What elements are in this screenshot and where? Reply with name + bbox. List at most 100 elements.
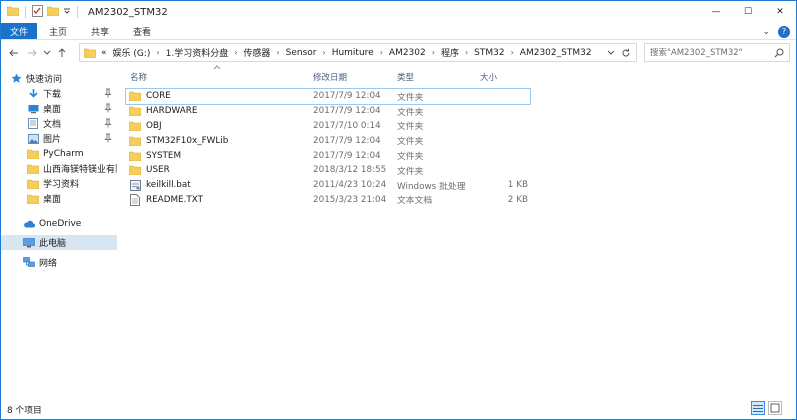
- sidebar-item-quick-access[interactable]: 快速访问: [1, 71, 117, 86]
- sidebar-item-label: 山西海镁特镁业有限: [43, 165, 117, 175]
- column-header-name[interactable]: 名称: [130, 70, 147, 84]
- chevron-right-icon[interactable]: ›: [234, 48, 237, 57]
- search-box[interactable]: [644, 43, 790, 62]
- refresh-icon: [622, 48, 630, 56]
- maximize-button[interactable]: ☐: [732, 1, 764, 23]
- file-row-obj[interactable]: OBJ 2017/7/10 0:14 文件夹: [126, 119, 530, 134]
- sidebar-item-label: 桌面: [43, 195, 62, 205]
- details-view-icon: [753, 404, 763, 412]
- download-icon: [27, 88, 39, 100]
- toolbar-divider: [77, 6, 78, 18]
- file-size: 2 KB: [507, 194, 528, 205]
- breadcrumb-item[interactable]: AM2302: [389, 48, 426, 58]
- address-bar[interactable]: « 娱乐 (G:) › 1.学习资料分盘 › 传感器 › Sensor › Humitu…: [79, 43, 637, 62]
- folder-icon: [129, 106, 141, 117]
- folder-icon: [27, 163, 39, 175]
- search-icon[interactable]: [774, 48, 784, 61]
- file-date: 2017/7/9 12:04: [313, 135, 381, 146]
- column-header-label: 大小: [480, 73, 498, 83]
- file-row-readme[interactable]: README.TXT 2015/3/23 21:04 文本文档 2 KB: [126, 193, 530, 208]
- pin-icon[interactable]: [104, 133, 112, 146]
- toolbar-divider: [25, 6, 26, 18]
- sidebar-item-downloads[interactable]: 下载: [1, 86, 117, 101]
- sidebar-item-documents[interactable]: 文档: [1, 116, 117, 131]
- sidebar-item-network[interactable]: 网络: [1, 255, 117, 270]
- file-row-system[interactable]: SYSTEM 2017/7/9 12:04 文件夹: [126, 148, 530, 163]
- column-header-label: 名称: [130, 73, 148, 83]
- forward-button[interactable]: [23, 43, 41, 63]
- file-name: HARDWARE: [146, 106, 198, 117]
- chevron-right-icon[interactable]: ›: [156, 48, 159, 57]
- sidebar-item-onedrive[interactable]: OneDrive: [1, 216, 117, 231]
- sidebar-item-desktop[interactable]: 桌面: [1, 101, 117, 116]
- file-name: CORE: [146, 91, 171, 102]
- sidebar-item-pictures[interactable]: 图片: [1, 131, 117, 146]
- chevron-right-icon[interactable]: ›: [465, 48, 468, 57]
- tab-home[interactable]: 主页: [37, 23, 79, 39]
- breadcrumb-item[interactable]: 娱乐 (G:): [113, 46, 151, 59]
- back-button[interactable]: [5, 43, 23, 63]
- chevron-right-icon[interactable]: ›: [380, 48, 383, 57]
- breadcrumb-overflow[interactable]: «: [101, 48, 107, 58]
- documents-icon: [27, 118, 39, 130]
- breadcrumb-item[interactable]: STM32: [474, 48, 504, 58]
- breadcrumb-item[interactable]: Humiture: [332, 48, 374, 58]
- file-name: README.TXT: [146, 194, 204, 205]
- file-row-keilkill[interactable]: keilkill.bat 2011/4/23 10:24 Windows 批处理…: [126, 178, 530, 193]
- pin-icon[interactable]: [104, 103, 112, 116]
- breadcrumb-current[interactable]: AM2302_STM32: [520, 48, 592, 58]
- chevron-right-icon[interactable]: ›: [432, 48, 435, 57]
- properties-icon[interactable]: [32, 4, 43, 20]
- file-row-hardware[interactable]: HARDWARE 2017/7/9 12:04 文件夹: [126, 104, 530, 119]
- desktop-icon: [27, 103, 39, 115]
- large-icons-view-button[interactable]: [768, 401, 782, 415]
- help-icon[interactable]: ?: [778, 25, 790, 38]
- file-size: 1 KB: [507, 180, 528, 191]
- column-header-type[interactable]: 类型: [397, 70, 414, 84]
- navigation-pane: 快速访问 下载 桌面 文档 图片 PyCharm 山西海镁特镁业有限 学习资料 …: [1, 71, 117, 399]
- file-row-stm32-fwlib[interactable]: STM32F10x_FWLib 2017/7/9 12:04 文件夹: [126, 133, 530, 148]
- column-header-date[interactable]: 修改日期: [313, 70, 347, 84]
- chevron-right-icon[interactable]: ›: [276, 48, 279, 57]
- breadcrumb-item[interactable]: 传感器: [243, 46, 270, 59]
- breadcrumb-item[interactable]: 1.学习资料分盘: [166, 46, 229, 59]
- column-header-size[interactable]: 大小: [480, 70, 497, 84]
- customize-toolbar-icon[interactable]: [63, 7, 71, 18]
- explorer-window: AM2302_STM32 — ☐ ✕ 文件 主页 共享 查看 ⌄ ? « 娱乐 …: [0, 0, 797, 420]
- sidebar-item-label: 网络: [39, 259, 58, 269]
- refresh-button[interactable]: [619, 48, 633, 58]
- new-folder-icon[interactable]: [46, 6, 60, 19]
- expand-ribbon-icon[interactable]: ⌄: [762, 27, 770, 37]
- sidebar-item-company-folder[interactable]: 山西海镁特镁业有限: [1, 161, 117, 176]
- recent-locations-button[interactable]: [41, 43, 53, 63]
- chevron-right-icon[interactable]: ›: [322, 48, 325, 57]
- folder-icon: [129, 135, 141, 146]
- chevron-right-icon[interactable]: ›: [511, 48, 514, 57]
- tab-view[interactable]: 查看: [121, 23, 163, 39]
- tab-share[interactable]: 共享: [79, 23, 121, 39]
- sidebar-item-study-materials[interactable]: 学习资料: [1, 176, 117, 191]
- up-arrow-icon: [58, 48, 66, 57]
- breadcrumb-item[interactable]: Sensor: [286, 48, 317, 58]
- file-type: 文本文档: [397, 196, 433, 207]
- search-input[interactable]: [650, 47, 770, 58]
- folder-icon: [27, 178, 39, 190]
- breadcrumb-item[interactable]: 程序: [441, 46, 459, 59]
- close-button[interactable]: ✕: [764, 1, 796, 23]
- details-view-button[interactable]: [751, 401, 765, 415]
- pin-icon[interactable]: [104, 88, 112, 101]
- sidebar-item-pycharm[interactable]: PyCharm: [1, 146, 117, 161]
- sort-ascending-icon: [213, 65, 221, 70]
- pin-icon[interactable]: [104, 118, 112, 131]
- minimize-button[interactable]: —: [700, 1, 732, 23]
- file-row-user[interactable]: USER 2018/3/12 18:55 文件夹: [126, 163, 530, 178]
- file-row-core[interactable]: CORE 2017/7/9 12:04 文件夹: [125, 88, 531, 105]
- up-button[interactable]: [53, 43, 71, 63]
- forward-arrow-icon: [28, 49, 37, 57]
- address-history-button[interactable]: [605, 50, 617, 56]
- sidebar-item-this-pc[interactable]: 此电脑: [1, 235, 117, 250]
- tab-file[interactable]: 文件: [1, 23, 37, 39]
- sidebar-item-desktop-folder[interactable]: 桌面: [1, 191, 117, 206]
- maximize-icon: ☐: [743, 7, 753, 17]
- sidebar-item-label: OneDrive: [39, 218, 82, 229]
